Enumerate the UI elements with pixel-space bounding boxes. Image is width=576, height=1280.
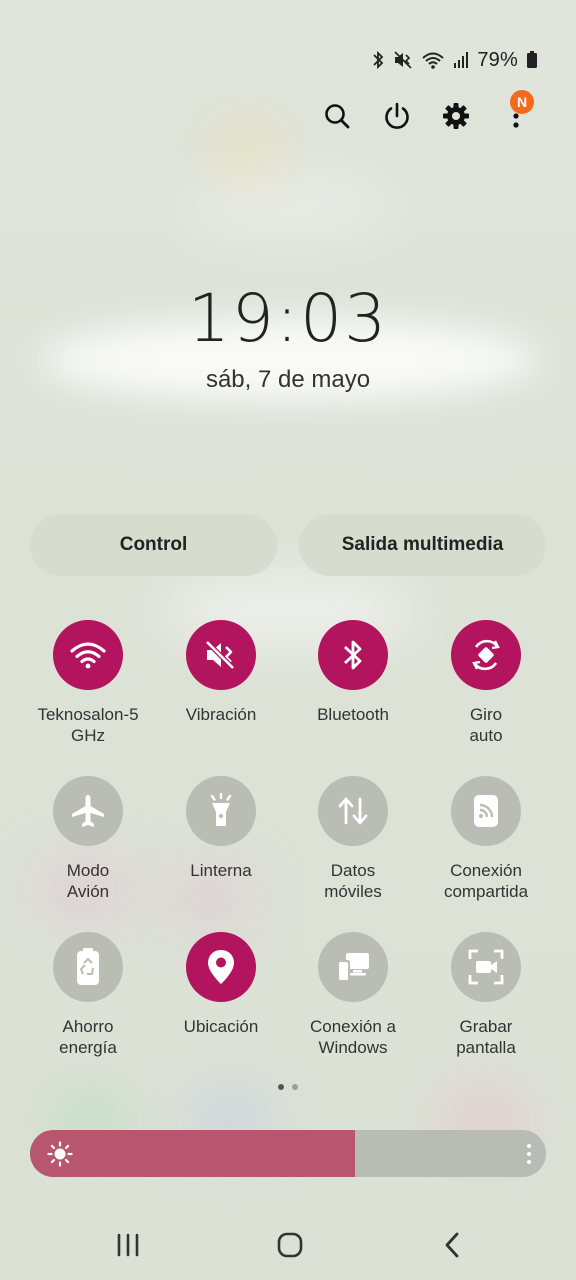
signal-icon [453,50,469,70]
tile-location[interactable]: Ubicación [156,932,286,1037]
notification-badge: N [510,90,534,114]
brightness-fill [30,1130,356,1177]
mobile-data-icon [318,776,388,846]
link-to-windows-icon [318,932,388,1002]
tile-label: Linterna [190,861,252,880]
bluetooth-icon [371,50,385,70]
status-bar: 79% [371,46,538,74]
sun-icon [47,1141,73,1167]
flashlight-icon [186,776,256,846]
battery-icon [526,50,538,70]
more-icon[interactable]: N [496,90,536,136]
tile-airplane-mode[interactable]: Modo Avión [23,776,153,902]
brightness-more-icon[interactable] [526,1142,532,1166]
recents-icon[interactable] [103,1222,153,1268]
vibrate-icon [393,50,413,70]
clock-time: 19:03 [187,280,389,357]
tile-label: Ubicación [183,1017,259,1036]
wifi-icon [421,50,445,70]
control-button[interactable]: Control [30,514,277,576]
navigation-bar [0,1222,576,1268]
tile-screen-recorder[interactable]: Grabar pantalla [421,932,551,1058]
brightness-slider[interactable] [30,1130,546,1177]
tile-hotspot[interactable]: Conexión compartida [421,776,551,902]
tile-label: Teknosalon-5 GHz [37,705,139,745]
tile-label: Ahorro energía [59,1017,117,1057]
search-icon[interactable] [317,96,357,136]
tile-bluetooth[interactable]: Bluetooth [288,620,418,725]
wifi-icon [53,620,123,690]
header-actions: N [0,90,576,136]
tile-wifi[interactable]: Teknosalon-5 GHz [23,620,153,746]
tile-label: Modo Avión [66,861,110,901]
auto-rotate-icon [451,620,521,690]
tile-vibration[interactable]: Vibración [156,620,286,725]
bluetooth-icon [318,620,388,690]
location-icon [186,932,256,1002]
tile-label: Vibración [185,705,257,724]
media-output-button[interactable]: Salida multimedia [299,514,546,576]
power-icon[interactable] [377,96,417,136]
battery-saver-icon [53,932,123,1002]
home-icon[interactable] [265,1222,315,1268]
page-dot-current[interactable] [278,1084,284,1090]
tile-label: Grabar pantalla [456,1017,516,1057]
tile-auto-rotate[interactable]: Giro auto [421,620,551,746]
settings-icon[interactable] [436,96,476,136]
clock-date: sáb, 7 de mayo [205,366,371,393]
tile-label: Bluetooth [317,705,389,724]
page-dot[interactable] [292,1084,298,1090]
tile-power-saving[interactable]: Ahorro energía [23,932,153,1058]
tile-label: Conexión compartida [443,861,529,901]
back-icon[interactable] [427,1222,477,1268]
tile-label: Datos móviles [324,861,382,901]
vibrate-icon [186,620,256,690]
airplane-icon [53,776,123,846]
screen-record-icon [451,932,521,1002]
tile-label: Giro auto [469,705,503,745]
tile-label: Conexión a Windows [309,1017,396,1057]
tile-mobile-data[interactable]: Datos móviles [288,776,418,902]
hotspot-icon [451,776,521,846]
page-indicator [0,1084,576,1090]
tile-flashlight[interactable]: Linterna [156,776,286,881]
battery-percent: 79% [477,48,518,71]
tile-link-to-windows[interactable]: Conexión a Windows [288,932,418,1058]
